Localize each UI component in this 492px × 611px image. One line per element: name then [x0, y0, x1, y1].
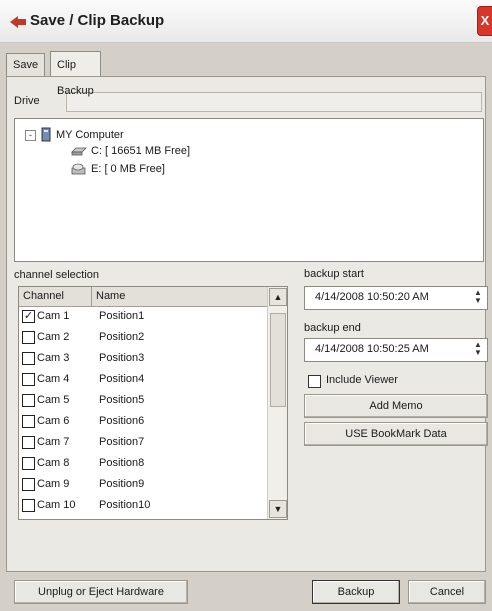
channel-checkbox[interactable]	[22, 457, 35, 470]
table-row[interactable]: Cam 6 Position6	[19, 412, 267, 431]
cd-drive-icon	[71, 163, 86, 175]
channel-cell: Cam 6	[37, 415, 70, 427]
name-cell: Position4	[99, 373, 145, 385]
name-cell: Position5	[99, 394, 145, 406]
tree-label: MY Computer	[56, 129, 124, 141]
drive-label: Drive	[14, 95, 40, 107]
close-button[interactable]: X	[477, 6, 492, 36]
channel-cell: Cam 4	[37, 373, 70, 385]
use-bookmark-data-button[interactable]: USE BookMark Data	[304, 422, 488, 446]
channel-list[interactable]: Channel Name ✓ Cam 1 Position1 Cam 2 Positio…	[18, 286, 288, 520]
tab-clip-backup[interactable]: Clip Backup	[50, 51, 101, 97]
channel-checkbox[interactable]	[22, 436, 35, 449]
name-cell: Position1	[99, 310, 145, 322]
scroll-up-icon[interactable]: ▲	[269, 288, 287, 306]
channel-selection-label: channel selection	[14, 269, 100, 281]
include-viewer-label: Include Viewer	[326, 374, 398, 386]
include-viewer-checkbox[interactable]	[308, 375, 321, 388]
name-cell: Position3	[99, 352, 145, 364]
table-row[interactable]: Cam 7 Position7	[19, 433, 267, 452]
channel-checkbox[interactable]	[22, 394, 35, 407]
tree-label: E: [ 0 MB Free]	[91, 163, 165, 175]
channel-cell: Cam 8	[37, 457, 70, 469]
channel-checkbox[interactable]	[22, 331, 35, 344]
name-cell: Position9	[99, 478, 145, 490]
list-scrollbar[interactable]: ▲ ▼	[267, 287, 287, 519]
scroll-thumb[interactable]	[270, 313, 286, 407]
collapse-icon[interactable]: -	[25, 129, 36, 141]
tree-label: C: [ 16651 MB Free]	[91, 145, 191, 157]
name-cell: Position8	[99, 457, 145, 469]
channel-checkbox[interactable]: ✓	[22, 310, 35, 323]
channel-checkbox[interactable]	[22, 499, 35, 512]
hard-drive-icon	[71, 147, 87, 156]
channel-cell: Cam 7	[37, 436, 70, 448]
unplug-eject-hardware-button[interactable]: Unplug or Eject Hardware	[14, 580, 188, 604]
name-cell: Position2	[99, 331, 145, 343]
tree-item-my-computer[interactable]: - MY Computer	[25, 127, 124, 143]
column-header-channel[interactable]: Channel	[19, 287, 92, 306]
channel-cell: Cam 2	[37, 331, 70, 343]
save-clip-icon	[10, 16, 26, 28]
spin-icon[interactable]: ▲ ▼	[471, 289, 485, 305]
drive-field[interactable]	[66, 92, 482, 112]
backup-end-value: 4/14/2008 10:50:25 AM	[315, 343, 429, 355]
channel-cell: Cam 10	[37, 499, 76, 511]
channel-checkbox[interactable]	[22, 373, 35, 386]
channel-checkbox[interactable]	[22, 478, 35, 491]
table-row[interactable]: Cam 3 Position3	[19, 349, 267, 368]
table-row[interactable]: Cam 9 Position9	[19, 475, 267, 494]
name-cell: Position10	[99, 499, 151, 511]
cancel-button[interactable]: Cancel	[408, 580, 486, 604]
backup-end-picker[interactable]: 4/14/2008 10:50:25 AM ▲ ▼	[304, 338, 488, 362]
title-bar: Save / Clip Backup X	[0, 0, 492, 43]
channel-cell: Cam 5	[37, 394, 70, 406]
spin-down-icon[interactable]: ▼	[471, 349, 485, 357]
spin-icon[interactable]: ▲ ▼	[471, 341, 485, 357]
backup-button[interactable]: Backup	[312, 580, 400, 604]
name-cell: Position7	[99, 436, 145, 448]
backup-start-picker[interactable]: 4/14/2008 10:50:20 AM ▲ ▼	[304, 286, 488, 310]
table-row[interactable]: Cam 8 Position8	[19, 454, 267, 473]
drive-tree[interactable]: - MY Computer C: [ 16651 MB Free] E: [ 0…	[14, 118, 484, 262]
spin-down-icon[interactable]: ▼	[471, 297, 485, 305]
name-cell: Position6	[99, 415, 145, 427]
scroll-down-icon[interactable]: ▼	[269, 500, 287, 518]
backup-start-label: backup start	[304, 268, 364, 280]
tab-save[interactable]: Save	[6, 53, 46, 76]
table-row[interactable]: Cam 10 Position10	[19, 496, 267, 515]
channel-cell: Cam 3	[37, 352, 70, 364]
channel-checkbox[interactable]	[22, 352, 35, 365]
list-header: Channel Name	[19, 287, 267, 307]
computer-icon	[41, 127, 51, 142]
column-header-name[interactable]: Name	[92, 287, 266, 306]
tree-item-drive-c[interactable]: C: [ 16651 MB Free]	[71, 145, 190, 157]
channel-checkbox[interactable]	[22, 415, 35, 428]
channel-cell: Cam 9	[37, 478, 70, 490]
backup-start-value: 4/14/2008 10:50:20 AM	[315, 291, 429, 303]
channel-cell: Cam 1	[37, 310, 70, 322]
table-row[interactable]: Cam 2 Position2	[19, 328, 267, 347]
add-memo-button[interactable]: Add Memo	[304, 394, 488, 418]
table-row[interactable]: Cam 5 Position5	[19, 391, 267, 410]
backup-end-label: backup end	[304, 322, 361, 334]
window-title: Save / Clip Backup	[30, 12, 165, 29]
table-row[interactable]: Cam 4 Position4	[19, 370, 267, 389]
table-row[interactable]: ✓ Cam 1 Position1	[19, 307, 267, 326]
tree-item-drive-e[interactable]: E: [ 0 MB Free]	[71, 162, 165, 176]
